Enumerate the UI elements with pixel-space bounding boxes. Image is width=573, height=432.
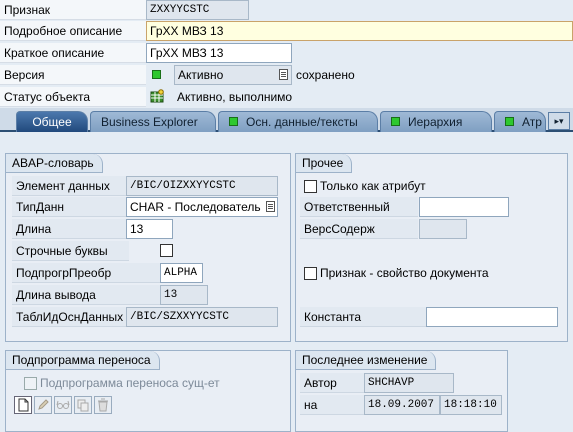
length-input[interactable]: 13 xyxy=(126,219,173,239)
responsible-label: Ответственный xyxy=(300,197,418,217)
tab-business-explorer[interactable]: Business Explorer xyxy=(90,111,216,132)
copy-icon xyxy=(77,399,89,412)
other-panel: Прочее Только как атрибут Ответственный … xyxy=(295,153,568,342)
content-version-field xyxy=(419,219,467,239)
author-field: SHCHAVP xyxy=(364,373,454,393)
version-field: Активно xyxy=(174,65,292,85)
transfer-routine-exists-checkbox xyxy=(24,377,37,390)
content-version-label: ВерсСодерж xyxy=(300,219,418,239)
tab-master-data-texts[interactable]: Осн. данные/тексты xyxy=(218,111,378,132)
other-title: Прочее xyxy=(296,154,353,173)
transfer-routine-title: Подпрограмма переноса xyxy=(6,351,160,370)
lowercase-label: Строчные буквы xyxy=(12,241,129,261)
pencil-icon xyxy=(38,399,49,410)
tab-master-data-texts-label: Осн. данные/тексты xyxy=(246,115,358,129)
datatype-label: ТипДанн xyxy=(12,197,129,217)
status-lamp-icon xyxy=(505,117,514,127)
data-element-label: Элемент данных xyxy=(12,176,129,196)
display-routine-button[interactable] xyxy=(54,396,72,414)
last-change-title: Последнее изменение xyxy=(296,351,437,370)
object-status-text: Активно, выполнимо xyxy=(177,90,293,104)
version-f4-icon[interactable] xyxy=(279,69,288,80)
transfer-routine-panel: Подпрограмма переноса Подпрограмма перен… xyxy=(5,350,291,432)
author-label: Автор xyxy=(300,373,364,393)
tab-general-label: Общее xyxy=(32,115,72,129)
changed-date-field: 18.09.2007 xyxy=(364,395,440,415)
output-length-field: 13 xyxy=(160,285,208,305)
changed-time-field: 18:18:10 xyxy=(440,395,502,415)
new-document-icon xyxy=(18,398,29,412)
tab-business-explorer-label: Business Explorer xyxy=(101,115,198,129)
changed-on-label: на xyxy=(300,395,364,415)
sid-table-field: /BIC/SZXXYYCSTC xyxy=(126,307,278,327)
copy-routine-button[interactable] xyxy=(74,396,92,414)
document-property-label: Признак - свойство документа xyxy=(320,266,489,280)
abap-dictionary-title: ABAP-словарь xyxy=(6,154,103,173)
object-status-label: Статус объекта xyxy=(0,87,146,107)
tab-attributes-label: Атр xyxy=(522,115,542,129)
glasses-icon xyxy=(56,400,70,409)
abap-dictionary-panel: ABAP-словарь Элемент данных /BIC/OIZXXYY… xyxy=(5,153,291,342)
responsible-input[interactable] xyxy=(419,197,509,217)
attribute-only-label: Только как атрибут xyxy=(320,179,426,193)
lowercase-checkbox[interactable] xyxy=(160,244,173,257)
short-description-input[interactable]: ГрХХ МВЗ 13 xyxy=(146,43,292,63)
status-lamp-icon xyxy=(229,117,238,127)
priznak-field: ZXXYYCSTC xyxy=(146,0,249,20)
full-description-input[interactable]: ГрХХ МВЗ 13 xyxy=(146,21,573,41)
document-property-checkbox[interactable] xyxy=(304,267,317,280)
attribute-only-checkbox[interactable] xyxy=(304,180,317,193)
length-label: Длина xyxy=(12,219,129,239)
output-length-label: Длина вывода xyxy=(12,285,162,305)
version-status-icon xyxy=(152,70,161,79)
tab-scroll-buttons[interactable]: ▸▾ xyxy=(548,112,570,130)
conversion-routine-input[interactable]: ALPHA xyxy=(160,263,203,283)
datatype-select[interactable]: CHAR - Последователь xyxy=(126,197,278,217)
tab-scroll-icon: ▸▾ xyxy=(554,116,564,126)
conversion-routine-label: ПодпрогрПреобр xyxy=(12,263,162,283)
last-change-panel: Последнее изменение Автор SHCHAVP на 18.… xyxy=(295,350,508,432)
trash-icon xyxy=(98,398,108,412)
tab-attributes[interactable]: Атр xyxy=(494,111,546,132)
object-status-icon xyxy=(150,89,164,103)
delete-routine-button[interactable] xyxy=(94,396,112,414)
create-routine-button[interactable] xyxy=(14,396,32,414)
version-label: Версия xyxy=(0,65,146,85)
datatype-dropdown-icon[interactable] xyxy=(266,201,275,212)
status-lamp-icon xyxy=(391,117,400,127)
tab-strip: Общее Business Explorer Осн. данные/текс… xyxy=(0,108,573,132)
short-description-label: Краткое описание xyxy=(0,43,146,63)
version-status-text: сохранено xyxy=(296,68,355,82)
constant-label: Константа xyxy=(300,307,426,327)
tab-hierarchy[interactable]: Иерархия xyxy=(380,111,492,132)
priznak-label: Признак xyxy=(0,0,146,20)
full-description-label: Подробное описание xyxy=(0,21,146,41)
tab-general[interactable]: Общее xyxy=(16,111,88,132)
transfer-routine-exists-label: Подпрограмма переноса сущ-ет xyxy=(40,376,220,390)
data-element-field: /BIC/OIZXXYYCSTC xyxy=(126,176,278,196)
sid-table-label: ТаблИдОснДанных xyxy=(12,307,129,327)
change-routine-button[interactable] xyxy=(34,396,52,414)
constant-input[interactable] xyxy=(426,307,558,327)
tab-hierarchy-label: Иерархия xyxy=(408,115,463,129)
